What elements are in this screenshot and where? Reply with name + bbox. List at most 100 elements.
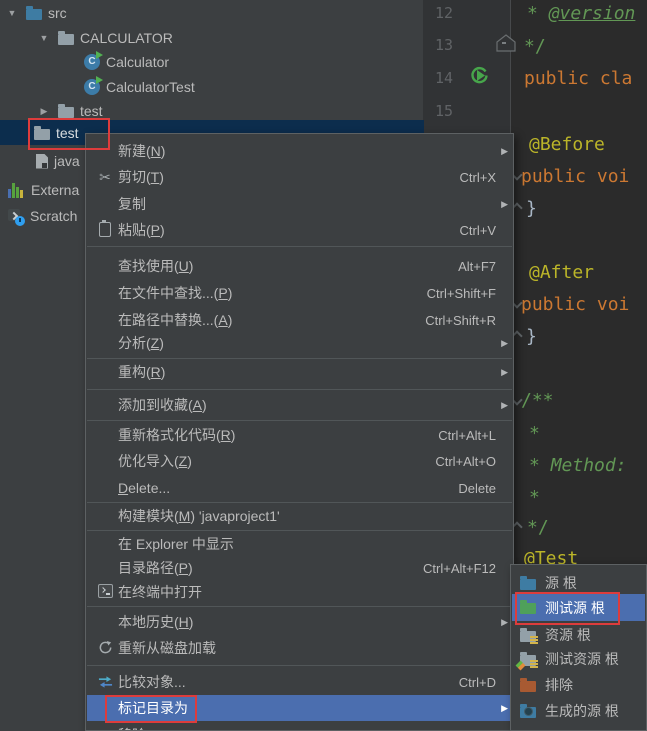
code-line-brace: } (526, 326, 537, 347)
code-line-14: public cla (524, 68, 633, 89)
tree-item-calculator-class[interactable]: Calculator (84, 50, 169, 74)
code-line-after-annotation: @After (529, 262, 595, 283)
annotation-box-test-folder (28, 118, 110, 150)
chevron-down-icon[interactable]: ▼ (6, 8, 18, 18)
fold-region-icon[interactable] (495, 34, 517, 58)
submenu-arrow-icon: ▶ (501, 145, 508, 156)
menu-separator (87, 358, 512, 359)
line-number: 14 (434, 69, 453, 87)
line-number: 12 (434, 4, 453, 22)
menu-item-reformat-code[interactable]: 重新格式化代码(R) Ctrl+Alt+L (87, 423, 512, 447)
folder-icon (58, 30, 74, 45)
menu-separator (87, 665, 512, 666)
code-line-before-annotation: @Before (529, 134, 605, 155)
mark-directory-as-submenu: 源 根 测试源 根 资源 根 测试资源 根 排除 生成的源 根 (510, 564, 647, 731)
menu-item-analyze[interactable]: 分析(Z) ▶ (87, 331, 512, 355)
compare-icon (92, 674, 118, 690)
submenu-item-excluded[interactable]: 排除 (512, 672, 645, 698)
submenu-arrow-icon: ▶ (501, 702, 508, 713)
submenu-arrow-icon: ▶ (501, 616, 508, 627)
test-resources-root-folder-icon (515, 651, 538, 670)
menu-separator (87, 420, 512, 421)
tree-item-external-libraries[interactable]: Externa (8, 178, 79, 202)
run-class-icon[interactable] (469, 65, 490, 86)
code-line-12: * @version (527, 3, 636, 24)
line-number: 15 (434, 102, 453, 120)
code-line-doc-close: */ (527, 517, 549, 538)
code-line-doc-method: * Method: (529, 455, 627, 476)
menu-item-local-history[interactable]: 本地历史(H) ▶ (87, 610, 512, 634)
annotation-box-test-sources (515, 592, 620, 625)
menu-item-find-in-files[interactable]: 在文件中查找...(P) Ctrl+Shift+F (87, 281, 512, 305)
tree-item-label: CalculatorTest (106, 79, 195, 95)
menu-item-cut[interactable]: ✂ 剪切(T) Ctrl+X (87, 165, 512, 189)
tree-item-scratches[interactable]: Scratch (8, 204, 77, 228)
tree-item-src[interactable]: ▼ src (6, 1, 67, 25)
resources-root-folder-icon (520, 627, 538, 644)
code-line-doc-star: * (529, 423, 540, 444)
tree-item-label: test (80, 103, 103, 119)
clipboard-icon (92, 219, 118, 240)
code-line-brace: } (526, 198, 537, 219)
java-class-icon (84, 76, 103, 95)
menu-item-open-in-terminal[interactable]: 在终端中打开 (87, 580, 512, 604)
file-icon (36, 153, 48, 169)
menu-separator (87, 606, 512, 607)
menu-separator (87, 246, 512, 247)
tree-item-label: java (54, 153, 80, 169)
chevron-right-icon[interactable]: ▶ (38, 106, 50, 117)
external-libraries-icon (8, 182, 25, 198)
refresh-icon (92, 640, 118, 656)
java-class-icon (84, 51, 103, 70)
menu-item-paste[interactable]: 粘贴(P) Ctrl+V (87, 218, 512, 242)
annotation-box-mark-directory (105, 695, 197, 723)
code-line-public-void: public voi (521, 166, 630, 187)
sources-root-folder-icon (520, 575, 536, 590)
menu-separator (87, 530, 512, 531)
tree-item-java[interactable]: java (36, 149, 80, 173)
menu-item-refactor[interactable]: 重构(R) ▶ (87, 360, 512, 384)
code-line-doc-star: * (529, 487, 540, 508)
excluded-folder-icon (520, 677, 536, 692)
source-folder-icon (26, 5, 42, 20)
tree-item-label: src (48, 5, 67, 21)
submenu-item-resources-root[interactable]: 资源 根 (512, 622, 645, 648)
menu-item-copy[interactable]: 复制 ▶ (87, 192, 512, 216)
menu-item-show-in-explorer[interactable]: 在 Explorer 中显示 (87, 532, 512, 556)
menu-item-replace-in-path[interactable]: 在路径中替换...(A) Ctrl+Shift+R (87, 308, 512, 332)
menu-item-find-usages[interactable]: 查找使用(U) Alt+F7 (87, 254, 512, 278)
scissors-icon: ✂ (99, 168, 111, 185)
menu-item-compare-with[interactable]: 比较对象... Ctrl+D (87, 670, 512, 694)
tree-item-calculatortest-class[interactable]: CalculatorTest (84, 75, 195, 99)
tree-item-calculator-pkg[interactable]: ▼ CALCULATOR (38, 26, 173, 50)
menu-item-directory-path[interactable]: 目录路径(P) Ctrl+Alt+F12 (87, 556, 512, 580)
ide-window: ▼ src ▼ CALCULATOR Calculator Calculator… (0, 0, 647, 731)
terminal-icon (92, 583, 118, 601)
submenu-arrow-icon: ▶ (501, 366, 508, 377)
scratches-icon (8, 208, 25, 226)
submenu-arrow-icon: ▶ (501, 337, 508, 348)
submenu-item-test-resources-root[interactable]: 测试资源 根 (512, 646, 645, 672)
line-number: 13 (434, 36, 453, 54)
menu-item-remove-bom-partial[interactable]: 移除 BOM (87, 723, 512, 730)
tree-item-label: Externa (31, 182, 80, 198)
tree-item-label: CALCULATOR (80, 30, 173, 46)
submenu-item-generated-sources-root[interactable]: 生成的源 根 (512, 698, 645, 724)
menu-item-new[interactable]: 新建(N) ▶ (87, 139, 512, 163)
folder-icon (58, 103, 74, 118)
menu-item-reload-from-disk[interactable]: 重新从磁盘加载 (87, 636, 512, 660)
context-menu: 新建(N) ▶ ✂ 剪切(T) Ctrl+X 复制 ▶ 粘贴(P) Ctrl+V… (85, 133, 514, 731)
code-line-13: */ (524, 36, 546, 57)
menu-item-delete[interactable]: Delete... Delete (87, 476, 512, 500)
code-line-doc-open: /** (521, 390, 554, 411)
menu-item-build-module[interactable]: 构建模块(M) 'javaproject1' (87, 504, 512, 528)
chevron-down-icon[interactable]: ▼ (38, 33, 50, 43)
tree-item-label: Calculator (106, 54, 170, 70)
menu-item-add-to-favorites[interactable]: 添加到收藏(A) ▶ (87, 393, 512, 417)
menu-separator (87, 502, 512, 503)
menu-separator (87, 389, 512, 390)
tree-item-label: Scratch (30, 208, 78, 224)
submenu-arrow-icon: ▶ (501, 198, 508, 209)
menu-item-optimize-imports[interactable]: 优化导入(Z) Ctrl+Alt+O (87, 449, 512, 473)
submenu-arrow-icon: ▶ (501, 399, 508, 410)
